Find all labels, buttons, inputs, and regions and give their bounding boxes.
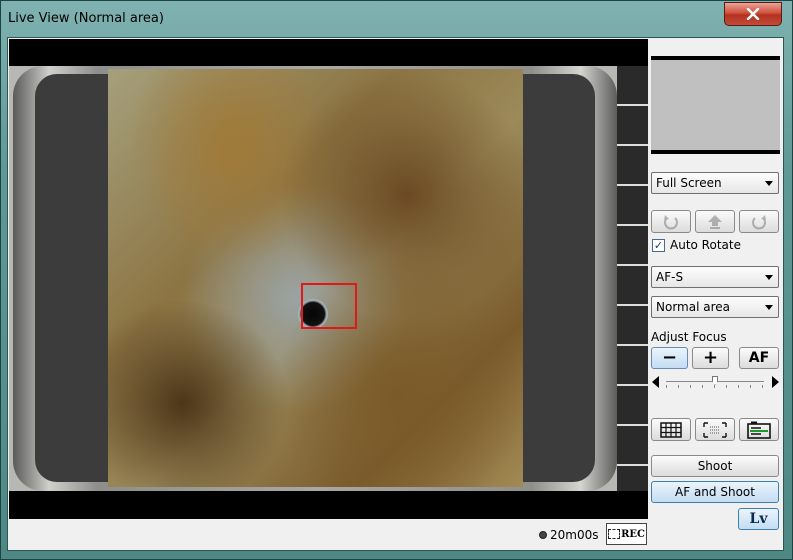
af-area-value: Normal area — [656, 300, 730, 314]
checkbox-box[interactable]: ✓ — [652, 238, 665, 252]
af-and-shoot-button[interactable]: AF and Shoot — [651, 481, 779, 503]
chevron-down-icon — [765, 181, 773, 186]
rusted-metal-sample — [108, 69, 523, 487]
rec-label: REC — [621, 528, 645, 540]
slider-thumb[interactable] — [712, 376, 718, 385]
close-icon — [746, 8, 760, 20]
af-area-select[interactable]: Normal area — [651, 296, 779, 318]
histogram-button[interactable] — [739, 418, 779, 441]
rec-button[interactable]: REC — [606, 523, 647, 545]
chevron-down-icon — [765, 275, 773, 280]
focus-mode-select[interactable]: AF-S — [651, 266, 779, 288]
focus-minus-button[interactable]: − — [651, 347, 688, 369]
live-view-image[interactable] — [9, 39, 648, 519]
chevron-down-icon — [765, 305, 773, 310]
frame-icon — [703, 421, 727, 438]
upload-icon — [708, 214, 722, 229]
display-mode-select[interactable]: Full Screen — [651, 172, 779, 194]
window-title: Live View (Normal area) — [8, 11, 164, 26]
focus-mode-value: AF-S — [656, 270, 684, 284]
rotate-right-button[interactable] — [739, 210, 779, 233]
preview-thumbnail — [651, 56, 780, 154]
rotate-left-button[interactable] — [651, 210, 691, 233]
af-button[interactable]: AF — [739, 347, 779, 369]
recording-timer: 20m00s — [539, 528, 598, 542]
grid-button[interactable] — [651, 418, 691, 441]
histogram-icon — [747, 421, 771, 439]
camera-feed — [9, 66, 648, 491]
auto-rotate-label: Auto Rotate — [670, 238, 741, 252]
focus-area-box[interactable] — [301, 283, 357, 329]
auto-rotate-checkbox[interactable]: ✓ Auto Rotate — [652, 238, 741, 252]
title-bar[interactable]: Live View (Normal area) — [1, 1, 792, 37]
timer-text: 20m00s — [550, 528, 599, 542]
focus-plus-button[interactable]: + — [692, 347, 729, 369]
control-panel: Full Screen ✓ Auto Rotate AF-S Normal ar… — [650, 39, 783, 549]
shoot-button[interactable]: Shoot — [651, 455, 779, 477]
grid-icon — [660, 421, 682, 438]
rotate-right-icon — [752, 214, 766, 229]
record-indicator-icon — [539, 531, 547, 539]
status-bar: 20m00s REC — [9, 521, 648, 549]
rotate-left-icon — [664, 214, 678, 229]
display-mode-value: Full Screen — [656, 176, 722, 190]
live-view-window: Live View (Normal area) 20m00s REC Full … — [0, 0, 793, 560]
frame-guide-button[interactable] — [695, 418, 735, 441]
film-icon — [608, 529, 621, 539]
background-grid — [617, 66, 648, 491]
slider-right-arrow-icon[interactable] — [772, 376, 779, 388]
client-area: 20m00s REC Full Screen ✓ Auto Rotate AF-… — [7, 37, 784, 551]
close-button[interactable] — [724, 2, 782, 26]
live-view-toggle-button[interactable]: Lv — [738, 508, 779, 530]
focus-slider[interactable] — [652, 374, 779, 390]
rotate-upright-button[interactable] — [695, 210, 735, 233]
adjust-focus-label: Adjust Focus — [651, 330, 727, 344]
slider-left-arrow-icon[interactable] — [652, 376, 659, 388]
